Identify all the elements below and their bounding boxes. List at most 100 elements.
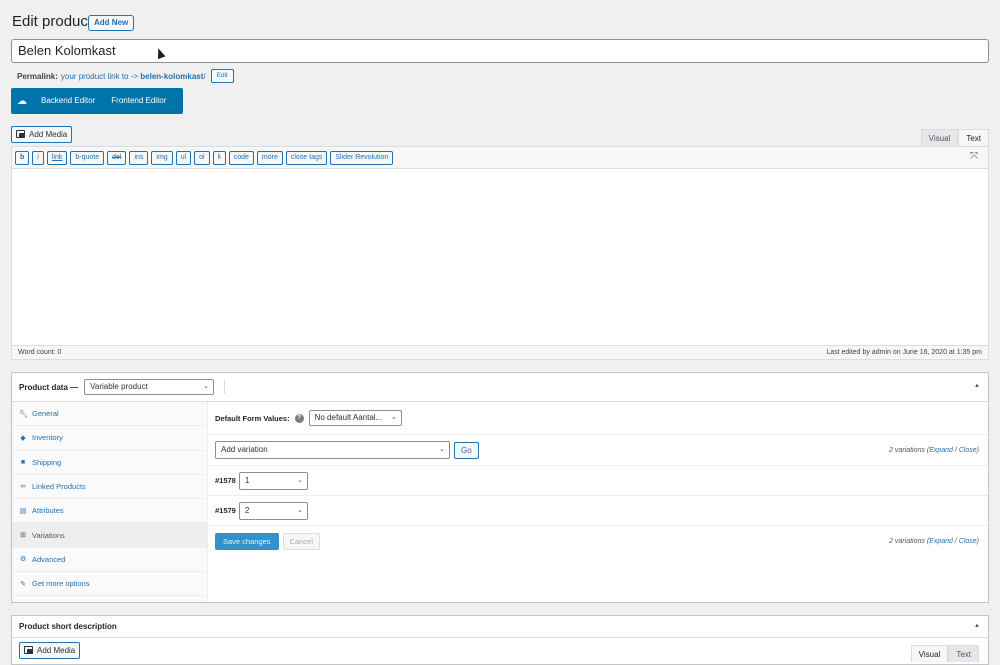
permalink-label: Permalink: bbox=[17, 71, 58, 81]
qt-bold-button[interactable]: b bbox=[15, 150, 30, 165]
short-description-box: Product short description ▲ Add Media Vi… bbox=[11, 615, 989, 665]
qt-ol-button[interactable]: ol bbox=[194, 150, 210, 165]
tab-visual[interactable]: Visual bbox=[920, 129, 959, 146]
plugin-icon: ✎ bbox=[20, 580, 26, 588]
divider bbox=[224, 380, 226, 394]
qt-close-tags-button[interactable]: close tags bbox=[285, 150, 328, 165]
short-description-header: Product short description ▲ bbox=[12, 616, 988, 638]
tab-linked-products[interactable]: ∞ Linked Products bbox=[12, 475, 207, 500]
qt-link-button[interactable]: link bbox=[46, 150, 68, 165]
editor-tabs: Visual Text bbox=[920, 129, 989, 146]
fullscreen-icon[interactable]: ⤧ bbox=[970, 152, 980, 162]
tab-general[interactable]: 🔧︎ General bbox=[12, 402, 207, 427]
variation-attribute-select[interactable]: 2 ⌄ bbox=[238, 501, 308, 520]
backend-editor-button[interactable]: Backend Editor bbox=[33, 88, 103, 114]
add-new-button[interactable]: Add New bbox=[88, 15, 135, 31]
tab-advanced[interactable]: ⚙ Advanced bbox=[12, 548, 207, 573]
close-link[interactable]: Close bbox=[959, 447, 977, 454]
qt-italic-button[interactable]: i bbox=[32, 150, 44, 165]
word-count: Word count: 0 bbox=[18, 349, 62, 356]
tab-label: Inventory bbox=[32, 433, 63, 443]
product-type-select[interactable]: Variable product ⌄ bbox=[84, 379, 215, 395]
qt-del-button[interactable]: del bbox=[107, 150, 127, 165]
chevron-down-icon: ⌄ bbox=[439, 446, 445, 453]
editor-textarea[interactable] bbox=[12, 169, 988, 345]
qt-more-button[interactable]: more bbox=[256, 150, 283, 165]
default-form-select[interactable]: No default Aantal... ⌄ bbox=[308, 410, 402, 426]
cancel-button[interactable]: Cancel bbox=[282, 532, 320, 550]
permalink-link-text: your product link to -> bbox=[60, 71, 141, 81]
save-changes-button[interactable]: Save changes bbox=[215, 532, 279, 550]
expand-link[interactable]: Expand bbox=[929, 447, 953, 454]
tab-label: Get more options bbox=[32, 579, 90, 589]
collapse-arrow-icon[interactable]: ▲ bbox=[974, 623, 980, 629]
go-button[interactable]: Go bbox=[454, 441, 479, 459]
variation-value: 1 bbox=[244, 475, 250, 485]
list-icon: ▤ bbox=[19, 507, 27, 515]
chevron-down-icon: ⌄ bbox=[390, 414, 397, 421]
wrench-icon: 🔧︎ bbox=[19, 410, 28, 418]
tag-icon: ◆ bbox=[20, 434, 26, 442]
save-row: Save changes Cancel 2 variations (Expand… bbox=[208, 526, 988, 556]
cloud-icon: ☁ bbox=[17, 95, 27, 107]
count-suffix: ) bbox=[976, 446, 979, 454]
grid-icon: ⊞ bbox=[20, 532, 26, 540]
tab-attributes[interactable]: ▤ Attributes bbox=[12, 499, 207, 524]
variations-count: 2 variations (Expand / Close) bbox=[889, 447, 979, 454]
qt-li-button[interactable]: li bbox=[212, 150, 226, 165]
permalink: Permalink: your product link to -> belen… bbox=[17, 69, 234, 83]
default-form-row: Default Form Values: ? No default Aantal… bbox=[208, 402, 988, 435]
permalink-link[interactable]: your product link to -> belen-kolomkast/ bbox=[61, 72, 206, 81]
link-icon: ∞ bbox=[20, 483, 26, 491]
product-data-header: Product data — Variable product ⌄ ▲ bbox=[12, 373, 988, 402]
qt-img-button[interactable]: img bbox=[151, 150, 173, 165]
tab-text[interactable]: Text bbox=[958, 129, 989, 146]
add-variation-value: Add variation bbox=[221, 445, 268, 454]
expand-link[interactable]: Expand bbox=[929, 538, 953, 545]
frontend-editor-button[interactable]: Frontend Editor bbox=[103, 88, 174, 114]
qt-blockquote-button[interactable]: b-quote bbox=[70, 150, 105, 165]
tab-label: Attributes bbox=[32, 506, 64, 516]
chevron-down-icon: ⌄ bbox=[203, 383, 210, 390]
tab-label: Linked Products bbox=[32, 482, 86, 492]
close-link[interactable]: Close bbox=[959, 538, 977, 545]
tab-label: Variations bbox=[32, 530, 65, 540]
add-media-button[interactable]: Add Media bbox=[11, 126, 73, 143]
qt-ul-button[interactable]: ul bbox=[175, 150, 192, 165]
quicktags-toolbar: b i link b-quote del ins img ul ol li co… bbox=[12, 147, 988, 169]
variation-row[interactable]: #1579 2 ⌄ bbox=[208, 496, 988, 526]
tab-get-more-options[interactable]: ✎ Get more options bbox=[12, 572, 207, 597]
variations-panel: Default Form Values: ? No default Aantal… bbox=[208, 402, 988, 602]
tab-variations[interactable]: ⊞ Variations bbox=[12, 523, 207, 548]
add-variation-row: Add variation ⌄ Go 2 variations (Expand … bbox=[208, 435, 988, 466]
tab-inventory[interactable]: ◆ Inventory bbox=[12, 426, 207, 451]
add-media-button[interactable]: Add Media bbox=[19, 642, 81, 659]
editor-tabs: Visual Text bbox=[910, 645, 979, 662]
variation-attribute-select[interactable]: 1 ⌄ bbox=[238, 471, 308, 490]
qt-code-button[interactable]: code bbox=[228, 150, 254, 165]
qt-slider-revolution-button[interactable]: Slider Revolution bbox=[330, 150, 394, 165]
default-form-label: Default Form Values: bbox=[215, 413, 290, 423]
variation-row[interactable]: #1578 1 ⌄ bbox=[208, 466, 988, 496]
default-form-value: No default Aantal... bbox=[314, 413, 383, 422]
permalink-slug: belen-kolomkast bbox=[140, 71, 204, 81]
tab-shipping[interactable]: ■ Shipping bbox=[12, 451, 207, 475]
page-title: Edit product bbox=[12, 13, 93, 30]
editor-status-bar: Word count: 0 Last edited by admin on Ju… bbox=[12, 345, 988, 359]
count-prefix: 2 variations ( bbox=[889, 537, 930, 545]
add-media-label: Add Media bbox=[29, 130, 68, 139]
last-edited: Last edited by admin on June 16, 2020 at… bbox=[826, 349, 982, 356]
product-data-tabs: 🔧︎ General ◆ Inventory ■ Shipping ∞ Linked P… bbox=[12, 402, 208, 602]
gear-icon: ⚙ bbox=[19, 556, 27, 564]
tab-label: Advanced bbox=[32, 554, 66, 564]
tab-visual[interactable]: Visual bbox=[910, 645, 949, 662]
permalink-edit-button[interactable]: Edit bbox=[210, 69, 234, 83]
chevron-down-icon: ⌄ bbox=[296, 476, 303, 484]
add-variation-select[interactable]: Add variation ⌄ bbox=[215, 441, 450, 459]
qt-ins-button[interactable]: ins bbox=[129, 150, 149, 165]
count-prefix: 2 variations ( bbox=[889, 446, 930, 454]
variation-id: #1579 bbox=[215, 506, 236, 515]
add-media-label: Add Media bbox=[37, 646, 76, 655]
tab-text[interactable]: Text bbox=[948, 645, 979, 662]
collapse-arrow-icon[interactable]: ▲ bbox=[974, 383, 980, 389]
